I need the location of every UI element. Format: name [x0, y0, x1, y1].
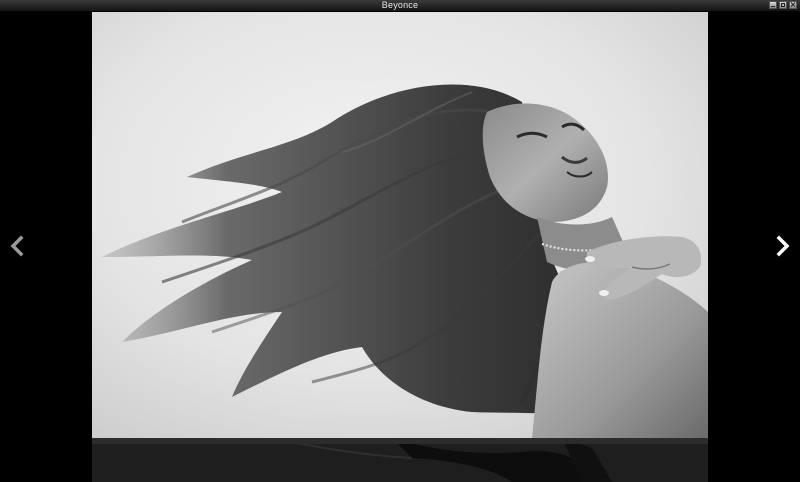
- photo-viewer: [0, 12, 800, 482]
- photo-illustration: [92, 12, 708, 438]
- chevron-right-icon: [776, 235, 790, 257]
- minimize-icon[interactable]: [769, 1, 777, 9]
- chevron-left-icon: [10, 235, 24, 257]
- maximize-icon[interactable]: [779, 1, 787, 9]
- window-title: Beyonce: [381, 0, 419, 10]
- close-icon[interactable]: [789, 1, 797, 9]
- reflection-illustration: [92, 438, 708, 482]
- previous-image-button[interactable]: [6, 234, 30, 258]
- next-image-button[interactable]: [770, 234, 794, 258]
- window-controls: [769, 1, 797, 9]
- photo[interactable]: [92, 12, 708, 438]
- title-bar[interactable]: Beyonce: [0, 0, 800, 12]
- image-viewer-window: Beyonce: [0, 0, 800, 482]
- photo-reflection: [92, 438, 708, 482]
